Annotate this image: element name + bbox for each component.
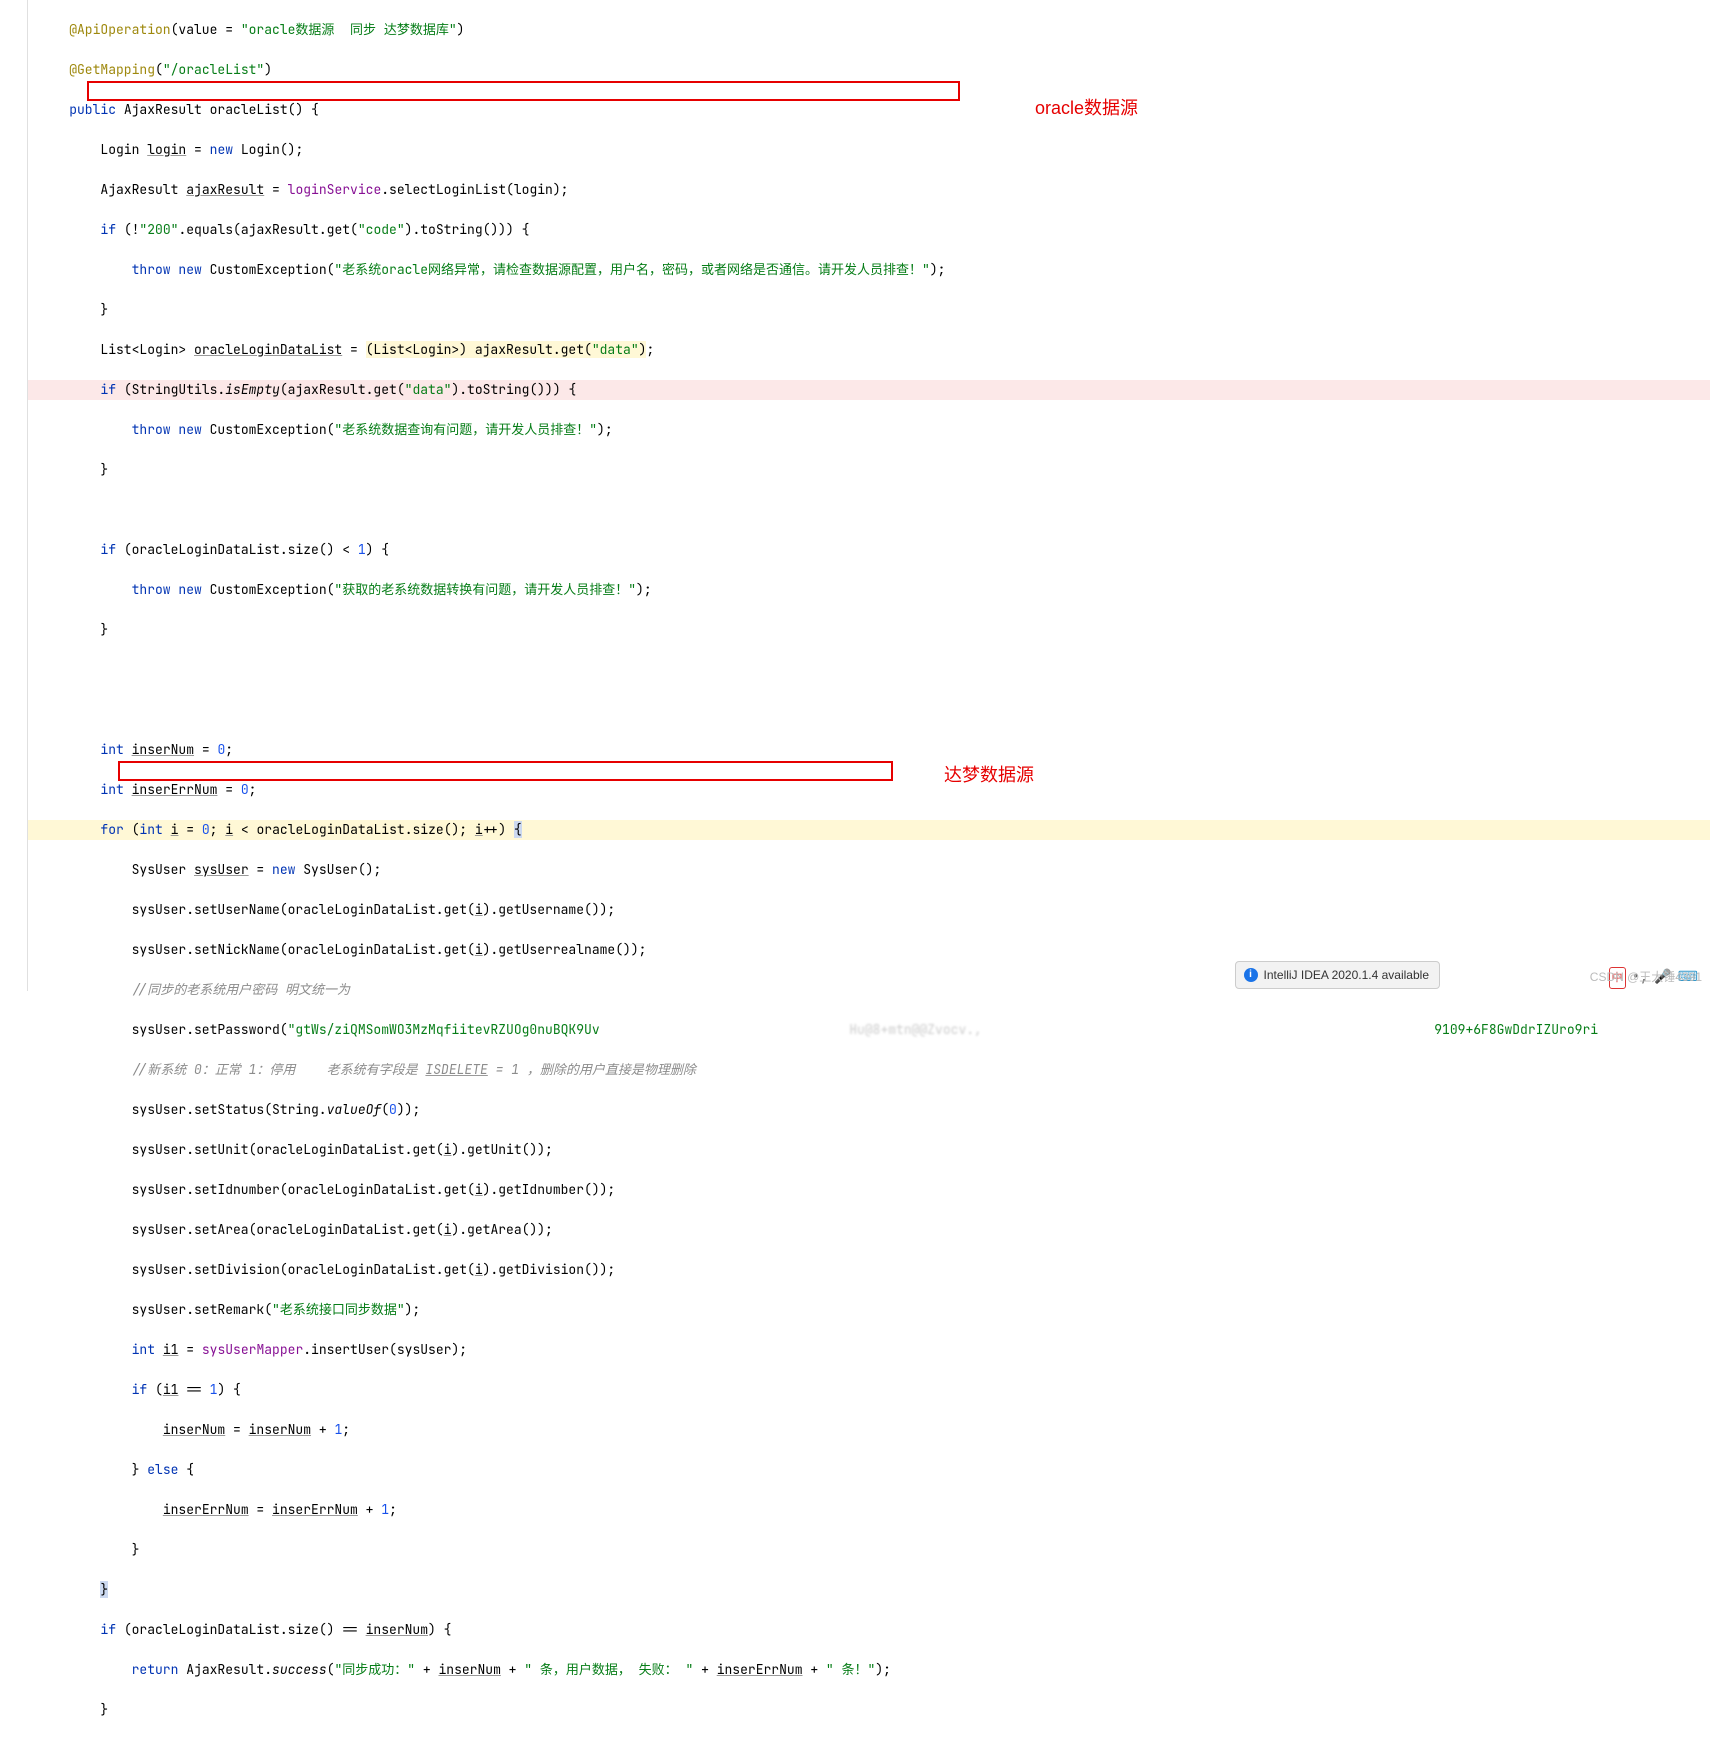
code-line[interactable]: //新系统 0：正常 1：停用 老系统有字段是 ISDELETE = 1 ，删除… — [28, 1060, 1710, 1080]
code-line[interactable] — [28, 660, 1710, 680]
code-line[interactable]: sysUser.setUnit(oracleLoginDataList.get(… — [28, 1140, 1710, 1160]
code-line[interactable] — [28, 700, 1710, 720]
code-line[interactable]: } — [28, 620, 1710, 640]
code-line[interactable]: int inserErrNum = 0; — [28, 780, 1710, 800]
code-line[interactable]: } else { — [28, 1460, 1710, 1480]
code-line[interactable]: if (!"200".equals(ajaxResult.get("code")… — [28, 220, 1710, 240]
code-line[interactable]: int i1 = sysUserMapper.insertUser(sysUse… — [28, 1340, 1710, 1360]
code-line[interactable]: List<Login> oracleLoginDataList = (List<… — [28, 340, 1710, 360]
code-line[interactable]: //同步的老系统用户密码 明文统一为 — [28, 980, 1710, 1000]
code-line[interactable]: sysUser.setNickName(oracleLoginDataList.… — [28, 940, 1710, 960]
code-line[interactable]: return AjaxResult.success("同步成功：" + inse… — [28, 1660, 1710, 1680]
code-line[interactable]: int inserNum = 0; — [28, 740, 1710, 760]
info-icon: i — [1244, 968, 1258, 982]
code-line[interactable]: @GetMapping("/oracleList") — [28, 60, 1710, 80]
code-line[interactable]: throw new CustomException("老系统数据查询有问题，请开… — [28, 420, 1710, 440]
update-notification[interactable]: i IntelliJ IDEA 2020.1.4 available — [1235, 961, 1440, 989]
code-line[interactable]: sysUser.setDivision(oracleLoginDataList.… — [28, 1260, 1710, 1280]
code-line[interactable]: } — [28, 460, 1710, 480]
code-line[interactable]: sysUser.setUserName(oracleLoginDataList.… — [28, 900, 1710, 920]
code-line[interactable]: SysUser sysUser = new SysUser(); — [28, 860, 1710, 880]
code-line[interactable]: AjaxResult ajaxResult = loginService.sel… — [28, 180, 1710, 200]
code-line[interactable]: sysUser.setPassword("gtWs/ziQMSomWO3MzMq… — [28, 1020, 1710, 1040]
notification-text: IntelliJ IDEA 2020.1.4 available — [1264, 965, 1429, 985]
csdn-watermark: CSDN @王大锤4391 — [1590, 967, 1702, 987]
code-line[interactable]: } — [28, 300, 1710, 320]
code-line[interactable]: if (StringUtils.isEmpty(ajaxResult.get("… — [28, 380, 1710, 400]
code-line[interactable]: } — [28, 1580, 1710, 1600]
code-line[interactable]: if (oracleLoginDataList.size() < 1) { — [28, 540, 1710, 560]
editor-gutter — [0, 0, 28, 991]
code-line[interactable]: sysUser.setIdnumber(oracleLoginDataList.… — [28, 1180, 1710, 1200]
code-line[interactable]: } — [28, 1540, 1710, 1560]
code-line[interactable]: sysUser.setStatus(String.valueOf(0)); — [28, 1100, 1710, 1120]
code-line[interactable]: throw new CustomException("老系统oracle网络异常… — [28, 260, 1710, 280]
code-line[interactable]: public AjaxResult oracleList() { — [28, 100, 1710, 120]
code-line[interactable]: Login login = new Login(); — [28, 140, 1710, 160]
code-line[interactable]: } — [28, 1700, 1710, 1720]
code-line[interactable]: sysUser.setRemark("老系统接口同步数据"); — [28, 1300, 1710, 1320]
code-line[interactable]: inserErrNum = inserErrNum + 1; — [28, 1500, 1710, 1520]
code-line[interactable] — [28, 500, 1710, 520]
code-line[interactable]: if (oracleLoginDataList.size() == inserN… — [28, 1620, 1710, 1640]
code-editor[interactable]: @ApiOperation(value = "oracle数据源 同步 达梦数据… — [28, 0, 1710, 1740]
code-line[interactable]: if (i1 == 1) { — [28, 1380, 1710, 1400]
code-line[interactable]: inserNum = inserNum + 1; — [28, 1420, 1710, 1440]
code-line[interactable]: sysUser.setArea(oracleLoginDataList.get(… — [28, 1220, 1710, 1240]
code-line[interactable]: for (int i = 0; i < oracleLoginDataList.… — [28, 820, 1710, 840]
code-line[interactable]: throw new CustomException("获取的老系统数据转换有问题… — [28, 580, 1710, 600]
code-line[interactable]: @ApiOperation(value = "oracle数据源 同步 达梦数据… — [28, 20, 1710, 40]
